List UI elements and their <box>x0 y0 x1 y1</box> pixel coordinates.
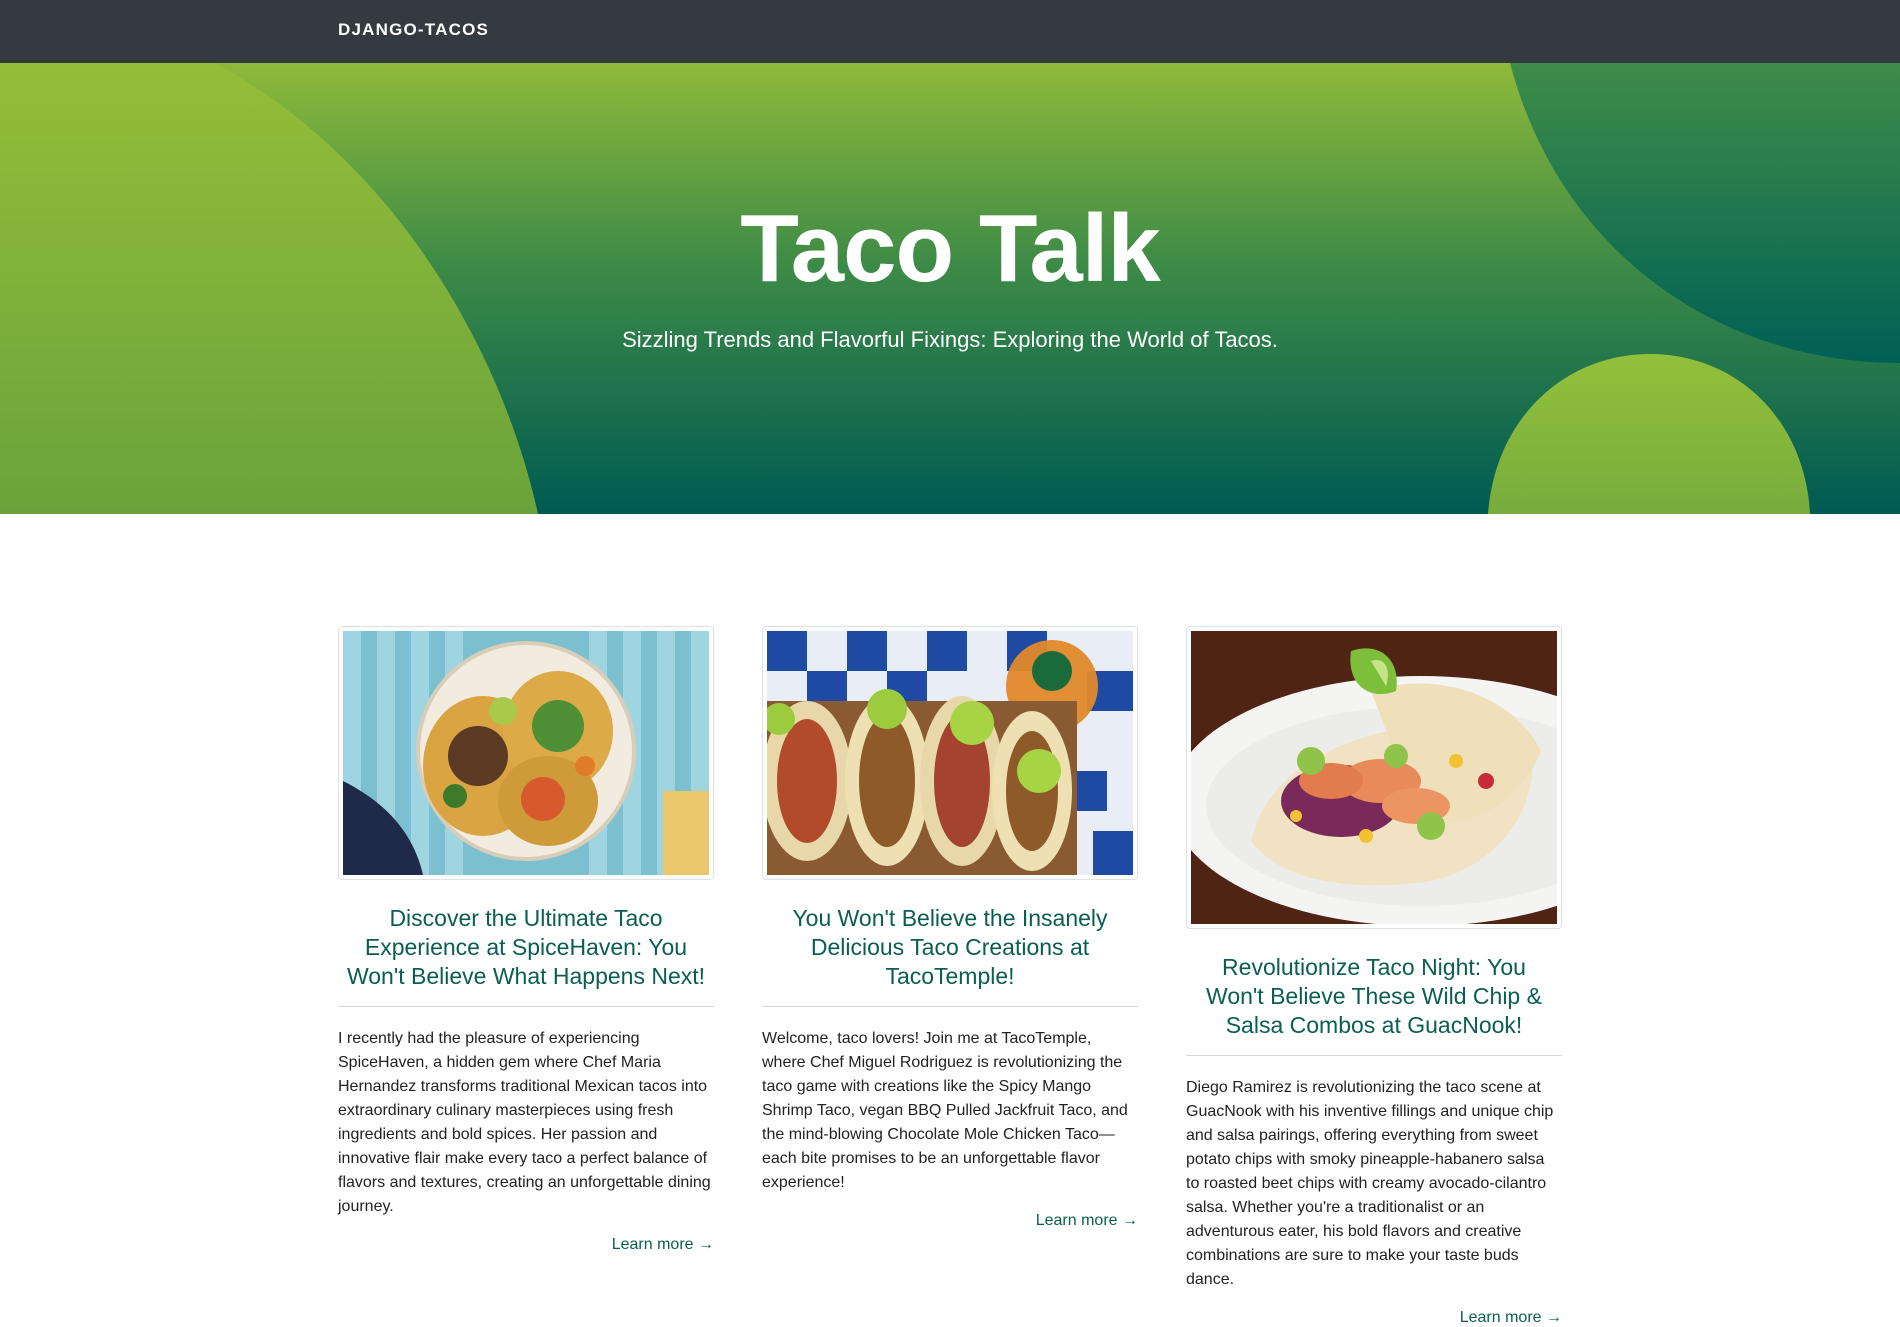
navbar: DJANGO-TACOS <box>0 0 1900 63</box>
post-thumbnail[interactable] <box>762 626 1138 880</box>
tacos-tray-image <box>767 631 1133 875</box>
post-title-link[interactable]: You Won't Believe the Insanely Delicious… <box>762 904 1138 991</box>
post-excerpt: Diego Ramirez is revolutionizing the tac… <box>1186 1079 1554 1288</box>
brand-link[interactable]: DJANGO-TACOS <box>338 20 489 40</box>
learn-more-link[interactable]: Learn more → <box>1186 1309 1562 1327</box>
post-card: Revolutionize Taco Night: You Won't Beli… <box>1186 626 1562 1327</box>
post-card: You Won't Believe the Insanely Delicious… <box>762 626 1138 1230</box>
post-excerpt: Welcome, taco lovers! Join me at TacoTem… <box>762 1030 1128 1191</box>
shrimp-taco-image <box>1191 631 1557 924</box>
hero-title: Taco Talk <box>740 195 1161 302</box>
divider <box>338 1006 714 1007</box>
divider <box>1186 1055 1562 1056</box>
post-thumbnail[interactable] <box>338 626 714 880</box>
hero-banner: Taco Talk Sizzling Trends and Flavorful … <box>0 63 1900 514</box>
learn-more-link[interactable]: Learn more → <box>338 1236 714 1254</box>
divider <box>762 1006 1138 1007</box>
post-thumbnail[interactable] <box>1186 626 1562 929</box>
post-excerpt: I recently had the pleasure of experienc… <box>338 1030 711 1215</box>
post-card: Discover the Ultimate Taco Experience at… <box>338 626 714 1254</box>
post-title-link[interactable]: Revolutionize Taco Night: You Won't Beli… <box>1186 953 1562 1040</box>
taco-plate-image <box>343 631 709 875</box>
post-title-link[interactable]: Discover the Ultimate Taco Experience at… <box>338 904 714 991</box>
learn-more-link[interactable]: Learn more → <box>762 1212 1138 1230</box>
hero-subtitle: Sizzling Trends and Flavorful Fixings: E… <box>622 327 1278 352</box>
